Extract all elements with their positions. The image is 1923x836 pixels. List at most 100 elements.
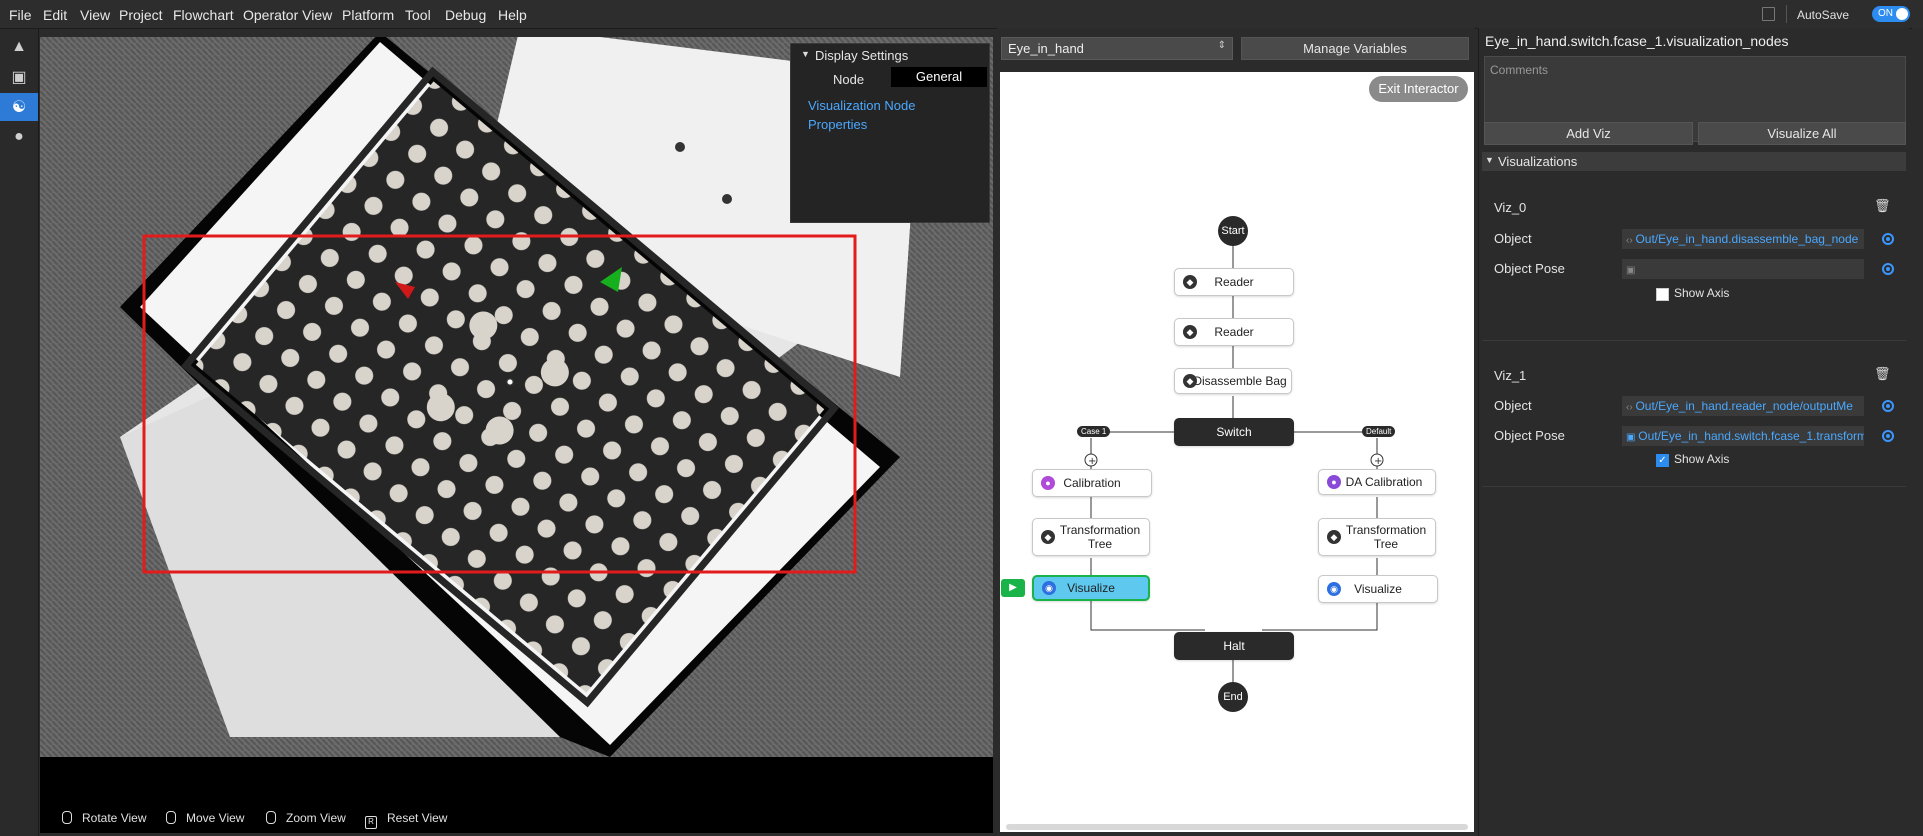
flowchart-selector[interactable]: Eye_in_hand ⇕ [1001, 37, 1233, 60]
da-calibration-label: DA Calibration [1345, 475, 1423, 489]
manage-variables-button[interactable]: Manage Variables [1241, 37, 1469, 60]
rotate-view-label: Rotate View [82, 811, 147, 825]
viz-0-show-axis-label: Show Axis [1674, 286, 1730, 300]
rotate-view-control[interactable]: Rotate View [62, 811, 146, 825]
menu-operator-view[interactable]: Operator View [243, 7, 332, 23]
reader-node-1[interactable]: ◆ Reader [1174, 268, 1294, 296]
halt-node[interactable]: Halt [1174, 632, 1294, 660]
transformation-tree-node-right[interactable]: ◆ Transformation Tree [1318, 518, 1436, 556]
viz-0-pose-field[interactable]: ▣ [1622, 259, 1864, 279]
visualization-node-properties-link[interactable]: Visualization Node Properties [808, 96, 948, 134]
disassemble-icon: ◆ [1183, 374, 1197, 388]
viz-1-pose-field[interactable]: ▣ Out/Eye_in_hand.switch.fcase_1.transfo… [1622, 426, 1864, 446]
viz-0-pose-label: Object Pose [1494, 261, 1565, 276]
flowchart-nodes-icon[interactable]: ☯ [0, 93, 38, 121]
horizontal-scrollbar[interactable] [1006, 824, 1468, 830]
left-toolbar: ▲ ▣ ☯ ● [0, 29, 39, 836]
monitor-icon[interactable]: ▣ [0, 63, 38, 91]
save-icon[interactable] [1762, 7, 1775, 21]
visualize-node-right[interactable]: ◉ Visualize [1318, 575, 1438, 603]
end-node[interactable]: End [1218, 682, 1248, 712]
reader-icon: ◆ [1183, 275, 1197, 289]
pick-target-icon[interactable] [1882, 430, 1894, 442]
autosave-label: AutoSave [1797, 8, 1850, 22]
calibration-label: Calibration [1063, 476, 1121, 490]
default-tag[interactable]: Default [1362, 426, 1396, 437]
3d-viewport[interactable]: ▼ Display Settings Node General Visualiz… [40, 37, 993, 833]
autosave-toggle[interactable]: ON [1872, 6, 1910, 22]
flowchart-connectors: + + [1084, 246, 1384, 682]
viz-0-show-axis-checkbox[interactable] [1656, 288, 1669, 301]
menu-help[interactable]: Help [498, 7, 527, 23]
reader-node-2-label: Reader [1214, 325, 1254, 339]
zoom-view-control[interactable]: Zoom View [266, 811, 346, 825]
move-view-control[interactable]: Move View [166, 811, 244, 825]
viz-1-object-value: Out/Eye_in_hand.reader_node/outputMe [1635, 399, 1853, 413]
display-settings-panel: ▼ Display Settings Node General Visualiz… [790, 43, 990, 223]
inspector-title: Eye_in_hand.switch.fcase_1.visualization… [1485, 33, 1789, 49]
reset-key-icon: R [365, 816, 377, 829]
menu-flowchart[interactable]: Flowchart [173, 7, 234, 23]
calibration-icon: ● [1041, 476, 1055, 490]
viz-1-name: Viz_1 [1494, 368, 1527, 383]
start-node[interactable]: Start [1218, 216, 1248, 246]
viz-0-object-value: Out/Eye_in_hand.disassemble_bag_node [1635, 232, 1859, 246]
node-inspector-panel: Eye_in_hand.switch.fcase_1.visualization… [1478, 28, 1909, 836]
switch-node[interactable]: Switch [1174, 418, 1294, 446]
transformation-tree-node-left[interactable]: ◆ Transformation Tree [1032, 518, 1150, 556]
viz-0-group: Viz_0 🗑 Object ‹› Out/Eye_in_hand.disass… [1482, 178, 1906, 341]
menu-bar: File Edit View Project Flowchart Operato… [0, 0, 1923, 29]
case-1-tag[interactable]: Case 1 [1077, 426, 1111, 437]
transformation-tree-left-label: Transformation Tree [1059, 523, 1141, 551]
visualize-icon: ◉ [1042, 581, 1056, 595]
right-edge-strip [1912, 28, 1923, 836]
da-calibration-node[interactable]: ● DA Calibration [1318, 469, 1436, 495]
menu-platform[interactable]: Platform [342, 7, 394, 23]
viz-0-object-field[interactable]: ‹› Out/Eye_in_hand.disassemble_bag_node [1622, 229, 1864, 249]
collapse-triangle-icon[interactable]: ▼ [801, 49, 810, 59]
menu-tool[interactable]: Tool [405, 7, 431, 23]
viz-1-show-axis-label: Show Axis [1674, 452, 1730, 466]
flowchart-canvas[interactable]: Exit Interactor + + Start ◆ Reader ◆ Reade… [1000, 72, 1474, 832]
lightbulb-icon[interactable]: ● [0, 123, 38, 151]
flowchart-selector-value: Eye_in_hand [1008, 41, 1084, 56]
calibration-node[interactable]: ● Calibration [1032, 469, 1152, 497]
transform-icon: ◆ [1327, 530, 1341, 544]
teach-icon[interactable]: ▲ [0, 33, 38, 61]
menu-file[interactable]: File [9, 7, 32, 23]
reader-node-2[interactable]: ◆ Reader [1174, 318, 1294, 346]
collapse-triangle-icon: ▼ [1485, 155, 1494, 165]
pick-target-icon[interactable] [1882, 263, 1894, 275]
reader-icon: ◆ [1183, 325, 1197, 339]
delete-trash-icon[interactable]: 🗑 [1874, 198, 1891, 214]
visualize-right-label: Visualize [1354, 582, 1402, 596]
toggle-state: ON [1878, 8, 1893, 19]
visualizations-section-header[interactable]: ▼ Visualizations [1482, 152, 1906, 171]
visualize-all-button[interactable]: Visualize All [1698, 122, 1906, 145]
viz-1-group: Viz_1 🗑 Object ‹› Out/Eye_in_hand.reader… [1482, 346, 1906, 487]
viz-1-object-field[interactable]: ‹› Out/Eye_in_hand.reader_node/outputMe [1622, 396, 1864, 416]
da-calibration-icon: ● [1327, 475, 1341, 489]
pick-target-icon[interactable] [1882, 400, 1894, 412]
comments-placeholder: Comments [1490, 63, 1549, 77]
transformation-tree-right-label: Transformation Tree [1345, 523, 1427, 551]
pick-target-icon[interactable] [1882, 233, 1894, 245]
move-view-label: Move View [186, 811, 245, 825]
toggle-knob [1896, 8, 1908, 20]
viz-1-show-axis-checkbox[interactable]: ✓ [1656, 454, 1669, 467]
tab-general[interactable]: General [891, 67, 987, 87]
dropdown-arrows-icon: ⇕ [1217, 40, 1226, 51]
add-viz-button[interactable]: Add Viz [1484, 122, 1693, 145]
delete-trash-icon[interactable]: 🗑 [1874, 366, 1891, 382]
menu-edit[interactable]: Edit [43, 7, 67, 23]
menu-debug[interactable]: Debug [445, 7, 486, 23]
menu-project[interactable]: Project [119, 7, 163, 23]
reset-view-control[interactable]: R Reset View [365, 811, 447, 829]
visualize-node-left-active[interactable]: ◉ Visualize [1032, 575, 1150, 601]
menu-view[interactable]: View [80, 7, 110, 23]
visualize-left-label: Visualize [1067, 581, 1115, 595]
disassemble-bag-node[interactable]: ◆ Disassemble Bag [1174, 368, 1292, 394]
camera-icon: ▣ [1626, 265, 1636, 276]
tab-node[interactable]: Node [833, 72, 864, 87]
transform-icon: ◆ [1041, 530, 1055, 544]
